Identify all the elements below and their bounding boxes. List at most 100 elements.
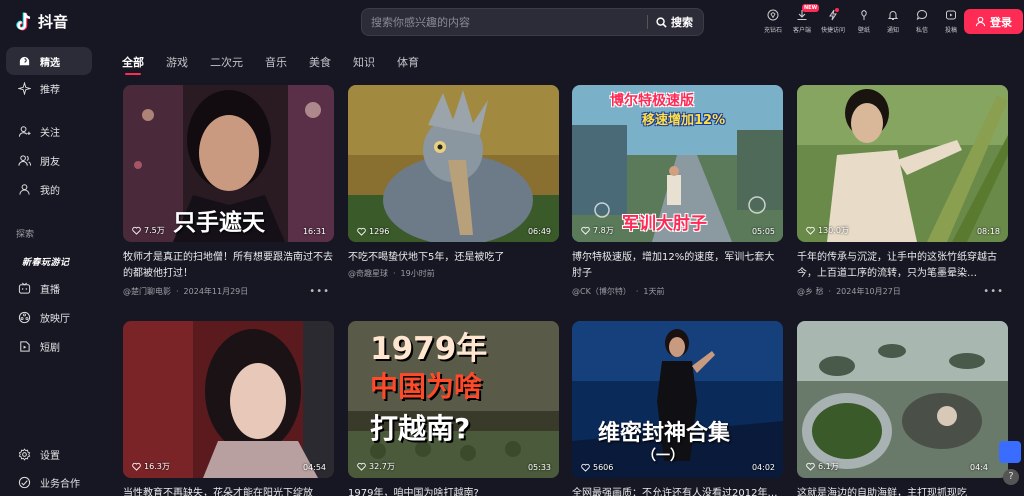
author-name[interactable]: @奇趣星球 [348, 268, 388, 279]
author-name[interactable]: @乡 愁 [797, 286, 824, 297]
video-title[interactable]: 这就是海边的自助海鲜，主打现抓现吃 [797, 486, 1008, 496]
heart-icon [806, 462, 815, 471]
thumbnail-caption-mid: 移速增加12% [642, 113, 726, 128]
heart-icon [581, 463, 590, 472]
video-card[interactable]: 16.3万 04:54 当性教育不再缺失，花朵才能在阳光下绽放 [123, 321, 334, 496]
thumbnail-caption: 只手遮天 [173, 209, 265, 236]
login-button[interactable]: 登录 [964, 9, 1023, 34]
tab-games[interactable]: 游戏 [166, 54, 188, 70]
business-icon [18, 476, 31, 488]
sidebar-item-settings[interactable]: 设置 [6, 440, 92, 468]
video-title[interactable]: 牧师才是真正的扫地僧！所有想要跟浩南过不去的都被他打过！ [123, 250, 334, 282]
video-meta: @楚门聊电影 · 2024年11月29日 [123, 286, 249, 297]
logo[interactable]: 抖音 [16, 11, 68, 32]
more-options-icon[interactable]: ••• [983, 286, 1004, 297]
sidebar-item-live[interactable]: 直播 [6, 274, 92, 302]
sidebar-section-explore: 探索 [16, 230, 35, 240]
follow-icon [18, 125, 31, 137]
video-card[interactable]: 1979年 中国为啥 打越南? 32.7万 05:33 1979年，咱中国为啥打… [348, 321, 559, 496]
video-card[interactable]: 6.1万 04:4 这就是海边的自助海鲜，主打现抓现吃 [797, 321, 1008, 496]
wallpaper-icon [861, 9, 867, 20]
top-action-notify[interactable]: 通知 [880, 6, 906, 34]
gear-icon [18, 447, 31, 461]
live-tv-icon [18, 282, 31, 294]
tab-knowledge[interactable]: 知识 [353, 54, 375, 70]
tab-food[interactable]: 美食 [309, 54, 331, 70]
author-name[interactable]: @CK（博尔特） [572, 286, 631, 297]
category-tabs: 全部 游戏 二次元 音乐 美食 知识 体育 [122, 54, 441, 75]
video-thumbnail[interactable]: 130.0万 08:18 [797, 85, 1008, 242]
sidebar-item-following[interactable]: 关注 [6, 117, 92, 145]
sidebar-item-mine[interactable]: 我的 [6, 175, 92, 203]
featured-icon [19, 56, 30, 65]
sidebar-item-friends[interactable]: 朋友 [6, 146, 92, 174]
video-card[interactable]: 130.0万 08:18 千年的传承与沉淀，让手中的这张竹纸穿越古今，上百道工序… [797, 85, 1008, 305]
top-actions: 充钻石 NEW 客户端 快捷访问 壁纸 通知 私信 投稿 [760, 4, 967, 34]
search-input[interactable] [362, 15, 647, 29]
top-action-quick-access[interactable]: 快捷访问 [818, 6, 848, 34]
video-thumbnail[interactable]: 1296 06:49 [348, 85, 559, 242]
thumbnail-caption: 维密封神合集 [598, 421, 731, 446]
sidebar-item-cinema[interactable]: 放映厅 [6, 303, 92, 331]
thumbnail-art [797, 85, 1008, 242]
top-action-diamond[interactable]: 充钻石 [760, 6, 786, 34]
message-icon [916, 9, 928, 21]
like-count: 6.1万 [806, 461, 839, 472]
video-duration: 04:02 [751, 463, 775, 472]
top-action-upload[interactable]: 投稿 [938, 6, 964, 34]
tab-all[interactable]: 全部 [122, 54, 144, 75]
video-title[interactable]: 千年的传承与沉淀，让手中的这张竹纸穿越古今，上百道工序的流转，只为笔墨晕染… [797, 250, 1008, 282]
thumbnail-art [123, 321, 334, 478]
top-action-wallpaper[interactable]: 壁纸 [851, 6, 877, 34]
video-card[interactable]: 博尔特极速版 移速增加12% 军训大肘子 7.8万 05:05 博尔特极速版，增… [572, 85, 783, 305]
top-bar: 抖音 搜索 充钻石 NEW 客户端 快捷访问 壁纸 通知 [0, 0, 1024, 44]
top-action-message[interactable]: 私信 [909, 6, 935, 34]
video-card[interactable]: 1296 06:49 不吃不喝蛰伏地下5年，还是被吃了 @奇趣星球 · 19小时前 [348, 85, 559, 305]
video-thumbnail[interactable]: 只手遮天 7.5万 16:31 [123, 85, 334, 242]
sidebar-item-recommend[interactable]: 推荐 [6, 74, 92, 102]
sidebar-item-featured[interactable]: 精选 [6, 47, 92, 75]
search-icon [656, 16, 667, 28]
help-icon[interactable]: ? [1003, 469, 1019, 485]
sparkle-icon [18, 81, 31, 95]
tab-sports[interactable]: 体育 [397, 54, 419, 70]
upload-icon [946, 10, 956, 20]
sidebar-item-business[interactable]: 业务合作 [6, 468, 92, 496]
tab-music[interactable]: 音乐 [265, 54, 287, 70]
more-options-icon[interactable]: ••• [309, 286, 330, 297]
video-thumbnail[interactable]: 博尔特极速版 移速增加12% 军训大肘子 7.8万 05:05 [572, 85, 783, 242]
thumbnail-art [797, 321, 1008, 478]
video-thumbnail[interactable]: 1979年 中国为啥 打越南? 32.7万 05:33 [348, 321, 559, 478]
thumbnail-art [348, 85, 559, 242]
tab-anime[interactable]: 二次元 [210, 54, 243, 70]
video-title[interactable]: 全网最强画质：不允许还有人没看过2012年… [572, 486, 783, 496]
top-action-client[interactable]: NEW 客户端 [789, 4, 820, 34]
video-title[interactable]: 当性教育不再缺失，花朵才能在阳光下绽放 [123, 486, 334, 496]
video-meta: @CK（博尔特） · 1天前 [572, 286, 665, 297]
video-card[interactable]: 只手遮天 7.5万 16:31 牧师才是真正的扫地僧！所有想要跟浩南过不去的都被… [123, 85, 334, 305]
sidebar-banner[interactable]: 新春玩游记 [22, 255, 70, 268]
like-count: 5606 [581, 463, 613, 472]
search-button-label: 搜索 [671, 16, 693, 29]
bell-icon [887, 11, 899, 20]
notification-dot [835, 8, 839, 12]
new-badge: NEW [802, 4, 820, 12]
video-thumbnail[interactable]: 16.3万 04:54 [123, 321, 334, 478]
search-button[interactable]: 搜索 [648, 14, 703, 30]
thumbnail-caption: 军训大肘子 [622, 214, 707, 234]
publish-time: 1天前 [643, 287, 665, 296]
video-title[interactable]: 博尔特极速版，增加12%的速度，军训七套大肘子 [572, 250, 783, 282]
video-title[interactable]: 1979年，咱中国为啥打越南? [348, 486, 559, 496]
floating-widget-button[interactable] [999, 441, 1021, 463]
video-thumbnail[interactable]: 维密封神合集 （一） 5606 04:02 [572, 321, 783, 478]
friends-icon [18, 154, 31, 166]
sidebar-item-short-drama[interactable]: 短剧 [6, 332, 92, 360]
like-count: 16.3万 [132, 461, 170, 472]
like-count: 7.5万 [132, 225, 165, 236]
video-title[interactable]: 不吃不喝蛰伏地下5年，还是被吃了 [348, 250, 559, 266]
video-card[interactable]: 维密封神合集 （一） 5606 04:02 全网最强画质：不允许还有人没看过20… [572, 321, 783, 496]
video-thumbnail[interactable]: 6.1万 04:4 [797, 321, 1008, 478]
heart-icon [132, 226, 141, 235]
author-name[interactable]: @楚门聊电影 [123, 286, 171, 297]
video-duration: 05:33 [527, 463, 551, 472]
